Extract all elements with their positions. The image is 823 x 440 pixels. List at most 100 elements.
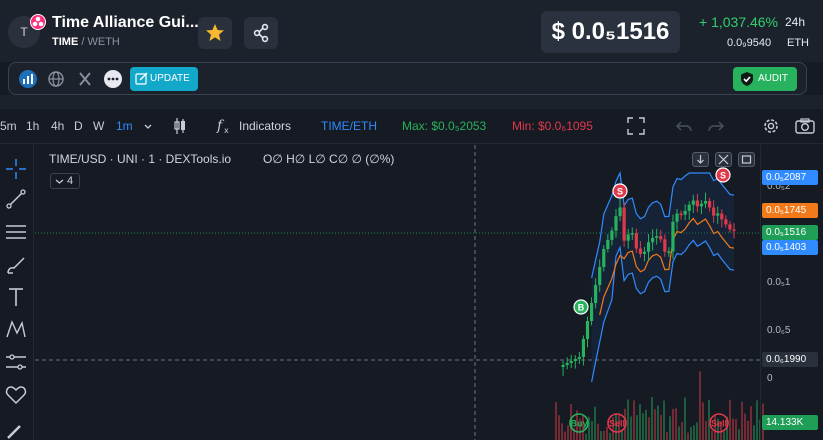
website-globe-icon[interactable] bbox=[46, 69, 66, 89]
price-in-eth: 0.0₉9540 bbox=[727, 37, 772, 49]
update-info-button[interactable]: UPDATE bbox=[130, 67, 198, 91]
candlestick-plot[interactable]: S S B Buy Sell Sell bbox=[35, 145, 764, 440]
fullscreen-icon[interactable] bbox=[627, 117, 645, 135]
settings-gear-icon[interactable] bbox=[762, 117, 780, 135]
candle-body bbox=[716, 213, 720, 216]
volume-bar bbox=[555, 401, 557, 440]
volume-bar bbox=[648, 417, 650, 440]
sell-marker: S bbox=[612, 183, 628, 199]
redo-icon[interactable] bbox=[708, 119, 724, 133]
pattern-tool-icon[interactable] bbox=[4, 317, 28, 341]
candle-body bbox=[581, 339, 586, 357]
buy-marker: B bbox=[573, 299, 589, 315]
candle-style-icon[interactable] bbox=[173, 117, 187, 135]
audit-label: AUDIT bbox=[758, 73, 788, 84]
candle-body bbox=[573, 359, 577, 361]
volume-bar bbox=[585, 433, 587, 440]
price-chart[interactable]: S S B Buy Sell Sell TIME/USD · UNI · 1 · DEXT… bbox=[35, 145, 823, 440]
candle-body bbox=[642, 251, 647, 254]
indicators-fx-icon[interactable]: f x bbox=[216, 117, 232, 135]
maximize-pane-button[interactable] bbox=[738, 152, 755, 167]
volume-bar bbox=[603, 430, 605, 440]
lower-band-price-tag: 0.0₅1403 bbox=[762, 240, 818, 255]
trend-line-tool-icon[interactable] bbox=[4, 187, 28, 211]
share-button[interactable] bbox=[244, 17, 278, 49]
candle-body bbox=[561, 365, 565, 367]
volume-bars bbox=[555, 371, 764, 440]
star-icon bbox=[206, 24, 224, 41]
timeframe-5m[interactable]: 5m bbox=[0, 119, 17, 133]
measure-tool-icon[interactable] bbox=[4, 350, 28, 374]
candle-body bbox=[707, 200, 712, 208]
favorite-button[interactable] bbox=[198, 17, 232, 49]
token-name[interactable]: Time Alliance Gui... bbox=[52, 14, 199, 32]
pair-quote: WETH bbox=[87, 36, 120, 48]
volume-bar bbox=[645, 409, 647, 440]
candle-body bbox=[606, 239, 610, 249]
candle-body bbox=[728, 224, 732, 230]
bollinger-bands bbox=[591, 170, 735, 383]
candle-body bbox=[703, 200, 708, 204]
text-tool-icon[interactable] bbox=[4, 285, 28, 309]
volume-bar bbox=[747, 420, 749, 440]
axis-tick: 0.0₅1 bbox=[767, 277, 791, 288]
candle-body bbox=[699, 203, 704, 207]
volume-bar bbox=[561, 423, 563, 440]
volume-bar bbox=[684, 397, 686, 440]
screenshot-camera-icon[interactable] bbox=[795, 118, 815, 134]
candle-body bbox=[634, 233, 638, 249]
update-label: UPDATE bbox=[150, 73, 190, 84]
favorites-heart-icon[interactable] bbox=[4, 383, 28, 407]
audit-button[interactable]: AUDIT bbox=[733, 67, 797, 91]
timeframe-1h[interactable]: 1h bbox=[26, 119, 39, 133]
volume-bar bbox=[750, 406, 752, 440]
volume-bar bbox=[711, 430, 713, 440]
candle-body bbox=[622, 207, 626, 241]
share-icon bbox=[253, 23, 269, 43]
chart-toolbar: 5m 1h 4h D W 1m f x Indicators TIME/ETH … bbox=[0, 109, 823, 144]
reset-scale-button[interactable] bbox=[715, 152, 732, 167]
price-axis[interactable]: 0.0₅2 0.0₅1 0.0₆5 0 0.0₅2087 0.0₅1745 0.… bbox=[760, 145, 823, 440]
volume-bar bbox=[672, 408, 674, 440]
marker-label: Buy bbox=[570, 419, 587, 429]
horizontal-lines-tool-icon[interactable] bbox=[4, 220, 28, 244]
pair-label: TIME / WETH bbox=[52, 36, 120, 48]
marker-label: S bbox=[720, 171, 726, 181]
marker-label: S bbox=[617, 187, 623, 197]
more-options-icon[interactable] bbox=[103, 69, 123, 89]
x-twitter-icon[interactable] bbox=[75, 69, 95, 89]
timeframe-w[interactable]: W bbox=[93, 119, 104, 133]
timeframe-d[interactable]: D bbox=[74, 119, 83, 133]
candle-body bbox=[626, 234, 630, 241]
dextools-icon[interactable] bbox=[18, 69, 38, 89]
volume-bar bbox=[606, 426, 608, 440]
scroll-down-button[interactable] bbox=[692, 152, 709, 167]
timeframe-chevron-down-icon[interactable] bbox=[143, 122, 153, 132]
volume-bar bbox=[597, 423, 599, 440]
volume-bar bbox=[663, 400, 665, 440]
indicators-collapse-toggle[interactable]: 4 bbox=[50, 173, 80, 189]
arrow-down-icon bbox=[697, 155, 704, 164]
marker-label: Sell bbox=[711, 419, 727, 429]
volume-value-tag: 14.133K bbox=[762, 415, 818, 430]
candle-body bbox=[724, 219, 728, 225]
timeframe-1m[interactable]: 1m bbox=[116, 119, 133, 133]
volume-bar bbox=[681, 422, 683, 440]
square-icon bbox=[741, 155, 752, 164]
crosshair-tool-icon[interactable] bbox=[4, 157, 28, 181]
brush-tool-icon[interactable] bbox=[4, 253, 28, 277]
marker-label: B bbox=[578, 303, 585, 313]
timeframe-4h[interactable]: 4h bbox=[51, 119, 64, 133]
volume-bar bbox=[723, 431, 725, 440]
current-price: $ 0.0₅1516 bbox=[541, 11, 680, 53]
pair-base: TIME bbox=[52, 36, 79, 48]
undo-icon[interactable] bbox=[676, 119, 692, 133]
indicators-button[interactable]: Indicators bbox=[239, 119, 291, 133]
pair-separator: / bbox=[81, 36, 85, 48]
pair-toggle[interactable]: TIME/ETH bbox=[321, 119, 377, 133]
candle-body bbox=[589, 303, 594, 321]
candle-body bbox=[585, 321, 590, 339]
ruler-tool-icon[interactable] bbox=[4, 425, 28, 439]
drawing-tools-strip bbox=[0, 145, 34, 440]
candle-body bbox=[602, 249, 606, 267]
